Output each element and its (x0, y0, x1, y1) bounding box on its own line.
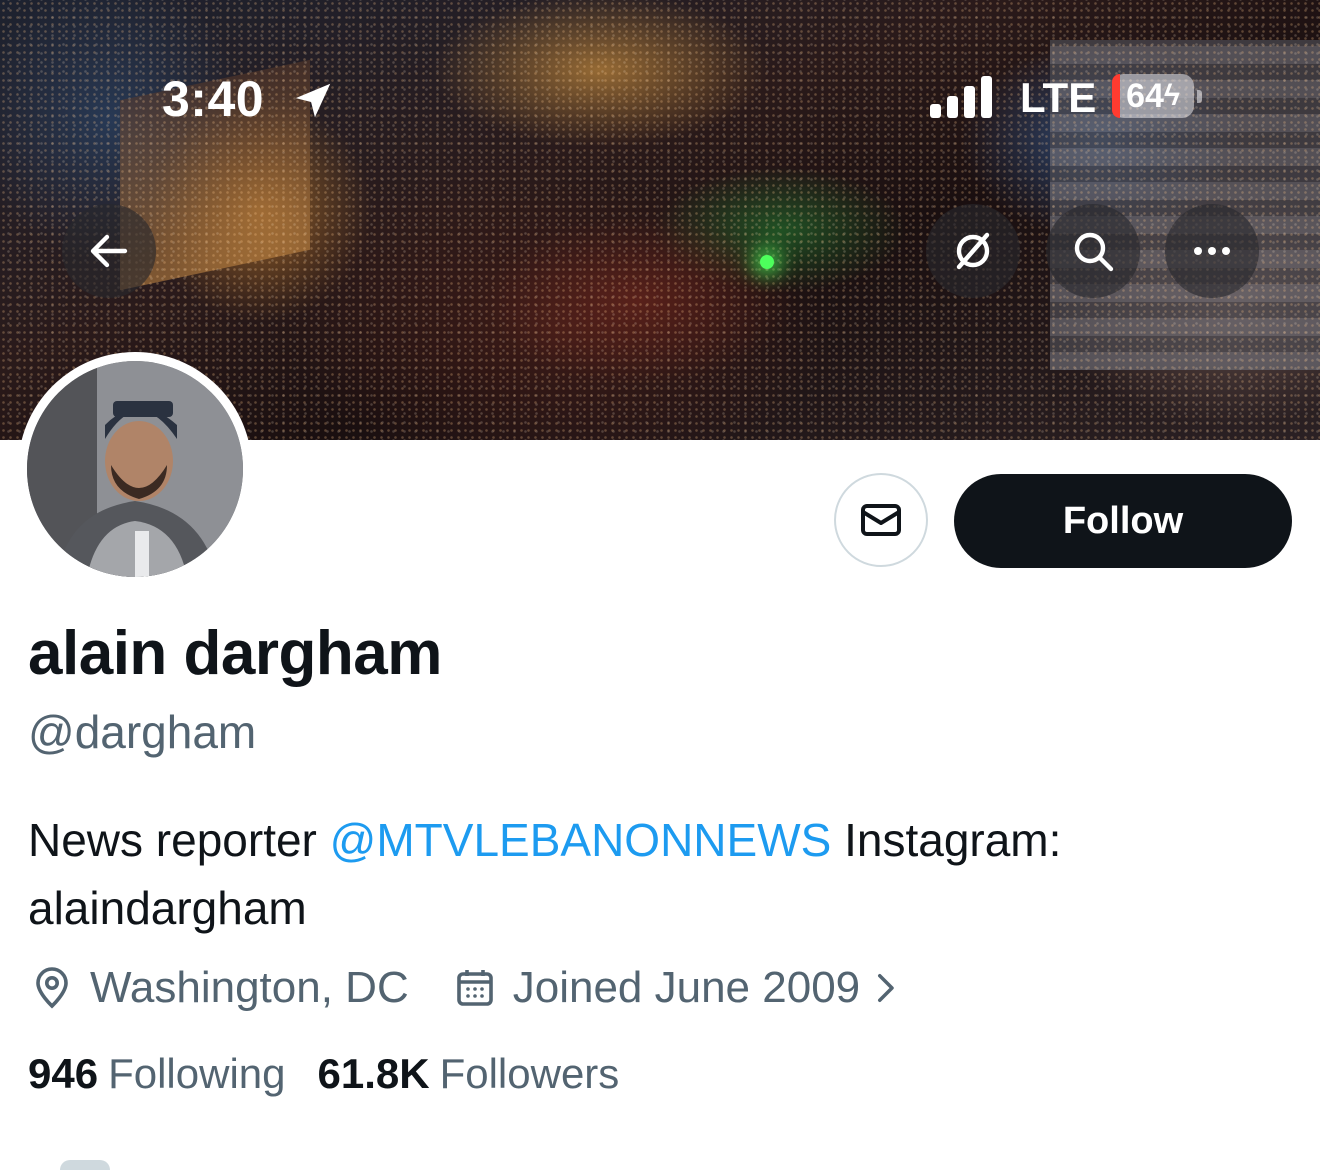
search-icon (1074, 232, 1114, 272)
profile-handle: @dargham (28, 706, 257, 758)
charging-bolt-icon: ϟ (1163, 79, 1180, 112)
battery-level: 64 (1126, 76, 1164, 115)
battery-indicator: 64 ϟ (1112, 74, 1202, 118)
profile-name: alain dargham (28, 619, 442, 688)
cellular-signal-icon (930, 76, 992, 118)
bio-mention-link[interactable]: @MTVLEBANONNEWS (330, 814, 832, 866)
following-label: Following (108, 1050, 286, 1097)
following-count: 946 (28, 1050, 99, 1097)
avatar[interactable] (27, 361, 243, 577)
profile-bio: News reporter @MTVLEBANONNEWS Instagram:… (28, 806, 1268, 942)
grok-icon (956, 232, 990, 270)
follow-stats: 946 Following 61.8K Followers (28, 1050, 619, 1098)
more-button[interactable] (1165, 204, 1259, 298)
location-arrow-icon (295, 83, 331, 118)
status-time: 3:40 (162, 71, 265, 127)
followers-stat[interactable]: 61.8K Followers (318, 1050, 620, 1098)
status-bar: 3:40 LTE 64 ϟ (0, 64, 1320, 134)
location-pin-icon (36, 967, 68, 1009)
back-button[interactable] (62, 204, 156, 298)
more-icon (1194, 247, 1230, 255)
joined-item[interactable]: Joined June 2009 (451, 963, 906, 1013)
location-item: Washington, DC (28, 963, 409, 1013)
joined-text: Joined June 2009 (512, 963, 861, 1012)
location-text: Washington, DC (90, 963, 409, 1012)
network-type: LTE (1020, 74, 1097, 121)
avatar-photo (27, 361, 243, 577)
banner-laser-light (760, 255, 774, 269)
calendar-icon (456, 970, 493, 1006)
grok-button[interactable] (926, 204, 1020, 298)
search-button[interactable] (1046, 204, 1140, 298)
following-stat[interactable]: 946 Following (28, 1050, 286, 1098)
profile-meta: Washington, DC Joined June 2009 (28, 958, 906, 1018)
followers-count: 61.8K (317, 1050, 430, 1097)
message-button[interactable] (834, 473, 928, 567)
back-arrow-icon (90, 234, 128, 268)
bio-text: News reporter (28, 814, 330, 866)
follow-button[interactable]: Follow (954, 474, 1292, 568)
chevron-right-icon (878, 974, 894, 1002)
followers-label: Followers (439, 1050, 620, 1097)
avatar-ring[interactable] (18, 352, 252, 586)
next-section-avatar-edge (60, 1160, 110, 1170)
envelope-icon (861, 504, 901, 536)
